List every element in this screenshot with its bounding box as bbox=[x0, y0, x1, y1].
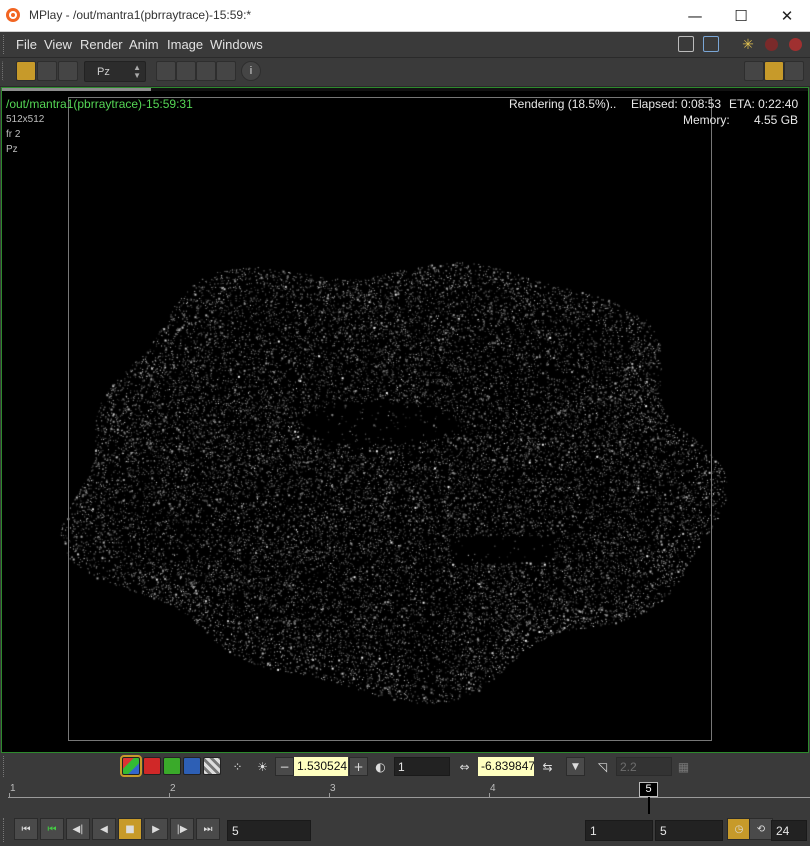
minimize-button[interactable]: — bbox=[672, 0, 718, 31]
previous-key-button[interactable]: ◀| bbox=[66, 818, 90, 840]
current-frame-line bbox=[648, 797, 650, 814]
close-button[interactable]: ✕ bbox=[764, 0, 810, 31]
menu-windows[interactable]: Windows bbox=[210, 37, 263, 52]
render-name: /out/mantra1(pbrraytrace)-15:59:31 bbox=[6, 97, 193, 111]
edit-layout-icon[interactable] bbox=[703, 36, 719, 52]
menu-anim[interactable]: Anim bbox=[129, 37, 159, 52]
memory-value: 4.55 GB bbox=[754, 113, 799, 127]
plane-select[interactable]: Pz ▲ ▼ bbox=[84, 61, 146, 82]
gain-field[interactable]: 1.530524 bbox=[294, 757, 348, 776]
timeline-tick-label: 1 bbox=[10, 783, 16, 794]
view-list-icon[interactable] bbox=[37, 61, 57, 81]
layout-compare-icon[interactable] bbox=[784, 61, 804, 81]
channel-alpha-button[interactable] bbox=[203, 757, 221, 775]
channel-green-button[interactable] bbox=[163, 757, 181, 775]
channel-rgb-button[interactable] bbox=[120, 755, 142, 777]
render-record-icon[interactable] bbox=[789, 38, 802, 51]
gain-decrease-button[interactable]: − bbox=[275, 757, 294, 776]
menu-file[interactable]: File bbox=[16, 37, 37, 52]
play-forward-button[interactable]: ▶ bbox=[144, 818, 168, 840]
displaybar-grip[interactable] bbox=[3, 756, 8, 777]
playbar-grip[interactable] bbox=[3, 818, 8, 842]
stop-render-icon[interactable] bbox=[765, 38, 778, 51]
step-start-button[interactable]: ⏮ bbox=[40, 818, 64, 840]
range-start-input[interactable]: 1 bbox=[585, 820, 653, 841]
realtime-clock-icon[interactable]: ◷ bbox=[727, 818, 751, 840]
lut-dropdown-icon[interactable]: ▼ bbox=[566, 757, 585, 776]
home-icon[interactable] bbox=[196, 61, 216, 81]
lut-gamma-field: 2.2 bbox=[616, 757, 672, 776]
lut-curve-icon[interactable]: ◹ bbox=[593, 757, 612, 776]
brightness-icon: ☀ bbox=[257, 759, 268, 774]
timeline[interactable]: 1 2 3 4 5 bbox=[0, 781, 810, 814]
gamma-icon: ◐ bbox=[375, 759, 386, 774]
image-border bbox=[68, 97, 712, 741]
offset-field[interactable]: -6.839847 bbox=[478, 757, 534, 776]
timeline-tick-label: 4 bbox=[490, 783, 496, 794]
houdini-logo-icon bbox=[6, 8, 20, 22]
menu-render[interactable]: Render bbox=[80, 37, 123, 52]
stop-button[interactable]: ■ bbox=[118, 818, 142, 840]
current-frame-marker[interactable]: 5 bbox=[639, 782, 658, 797]
info-icon[interactable]: i bbox=[241, 61, 261, 81]
memory-label: Memory: bbox=[683, 113, 730, 127]
menu-bar: File View Render Anim Image Windows ✳ bbox=[0, 32, 810, 58]
layout-quad-icon[interactable] bbox=[764, 61, 784, 81]
frame-input[interactable]: 5 bbox=[227, 820, 311, 841]
channel-red-button[interactable] bbox=[143, 757, 161, 775]
elapsed-time: Elapsed: 0:08:53 bbox=[631, 97, 722, 111]
range-end-input[interactable]: 5 bbox=[655, 820, 723, 841]
pan-icon[interactable] bbox=[216, 61, 236, 81]
window-title: MPlay - /out/mantra1(pbrraytrace)-15:59:… bbox=[29, 8, 252, 22]
loop-mode-icon[interactable]: ⟲ bbox=[749, 818, 773, 840]
gamma-field[interactable]: 1 bbox=[394, 757, 450, 776]
image-viewport[interactable]: /out/mantra1(pbrraytrace)-15:59:31 512x5… bbox=[1, 87, 809, 753]
menu-view[interactable]: View bbox=[44, 37, 72, 52]
image-plane: Pz bbox=[6, 144, 18, 155]
display-controls: ⁘ ☀ − 1.530524 + ◐ 1 ⇔ -6.839847 ⇆ ▼ ◹ 2… bbox=[0, 753, 810, 780]
image-resolution: 512x512 bbox=[6, 114, 45, 125]
fps-input[interactable]: 24 bbox=[771, 820, 807, 841]
playbar: ⏮ ⏮ ◀| ◀ ■ ▶ |▶ ⏭ 5 1 5 ◷ ⟲ 24 bbox=[0, 815, 810, 846]
zoom-out-icon[interactable] bbox=[176, 61, 196, 81]
fullscreen-icon[interactable] bbox=[678, 36, 694, 52]
view-tile-icon[interactable] bbox=[58, 61, 78, 81]
timeline-tick-label: 2 bbox=[170, 783, 176, 794]
toolbar: Pz ▲ ▼ i bbox=[0, 58, 810, 87]
menu-image[interactable]: Image bbox=[167, 37, 203, 52]
plane-select-value: Pz bbox=[97, 66, 110, 78]
timeline-line bbox=[8, 797, 810, 798]
eta-time: ETA: 0:22:40 bbox=[729, 97, 799, 111]
frame-number: fr 2 bbox=[6, 129, 21, 140]
last-frame-button[interactable]: ⏭ bbox=[196, 818, 220, 840]
render-progress-bar bbox=[2, 88, 808, 91]
title-bar: MPlay - /out/mantra1(pbrraytrace)-15:59:… bbox=[0, 0, 810, 32]
layout-single-icon[interactable] bbox=[744, 61, 764, 81]
render-progress-fill bbox=[2, 88, 152, 91]
first-frame-button[interactable]: ⏮ bbox=[14, 818, 38, 840]
offset-slider-icon[interactable]: ⇆ bbox=[538, 757, 557, 776]
render-status: Rendering (18.5%).. bbox=[509, 97, 617, 111]
zoom-in-icon[interactable] bbox=[156, 61, 176, 81]
lut-table-icon: ▦ bbox=[677, 759, 690, 774]
chevron-updown-icon: ▲ ▼ bbox=[133, 63, 141, 80]
timeline-tick-label: 3 bbox=[330, 783, 336, 794]
menubar-grip[interactable] bbox=[3, 35, 8, 54]
gain-increase-button[interactable]: + bbox=[349, 757, 368, 776]
channel-blue-button[interactable] bbox=[183, 757, 201, 775]
play-reverse-button[interactable]: ◀ bbox=[92, 818, 116, 840]
maximize-button[interactable]: ☐ bbox=[718, 0, 764, 31]
offset-icon: ⇔ bbox=[459, 759, 470, 774]
sun-light-icon[interactable]: ✳ bbox=[740, 36, 756, 52]
view-image-icon[interactable] bbox=[16, 61, 36, 81]
next-key-button[interactable]: |▶ bbox=[170, 818, 194, 840]
adaptive-icon[interactable]: ⁘ bbox=[228, 757, 247, 776]
toolbar-grip[interactable] bbox=[2, 61, 6, 81]
